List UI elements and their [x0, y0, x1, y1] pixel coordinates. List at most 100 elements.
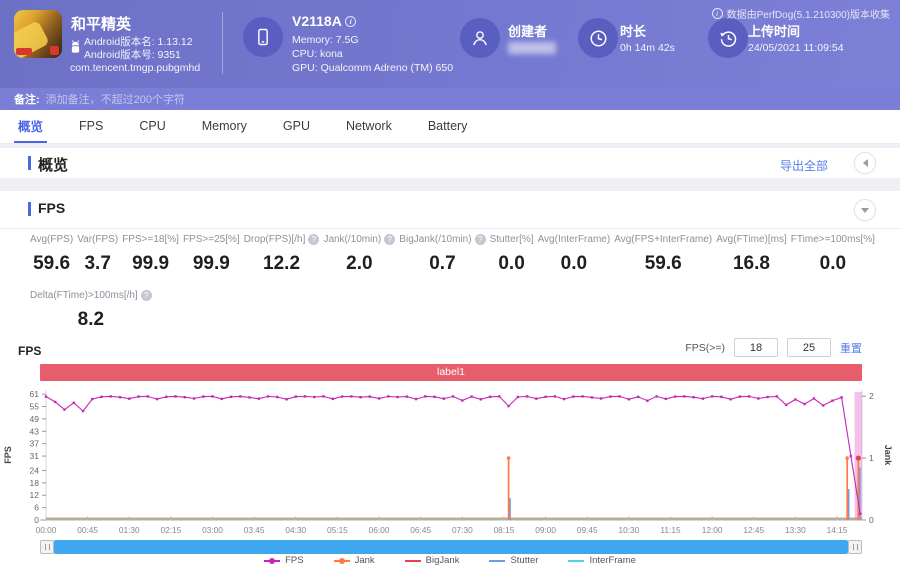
tab-GPU[interactable]: GPU: [279, 110, 314, 143]
legend-swatch: [264, 560, 280, 562]
tab-Network[interactable]: Network: [342, 110, 396, 143]
fps-point: [415, 398, 417, 400]
fps-point: [628, 398, 630, 400]
note-placeholder: 添加备注，不超过200个字符: [46, 91, 185, 107]
legend-swatch: [405, 560, 421, 562]
tab-Battery[interactable]: Battery: [424, 110, 472, 143]
fps-point: [63, 408, 65, 410]
fps-panel-header: FPS: [0, 191, 900, 228]
collect-note: i 数据由PerfDog(5.1.210300)版本收集: [712, 6, 890, 21]
fps-point: [295, 395, 297, 397]
fps-point: [165, 396, 167, 398]
upload-icon-circle: [708, 18, 748, 58]
metric-value: 59.6: [30, 253, 73, 275]
fps-collapse-button[interactable]: [854, 199, 876, 221]
metric-value: 59.6: [614, 253, 712, 275]
legend-item-FPS[interactable]: FPS: [264, 555, 303, 566]
metric-value: 99.9: [122, 253, 179, 275]
y-tick-label: 43: [30, 426, 40, 436]
x-tick-label: 04:30: [285, 525, 306, 535]
device-icon-circle: [243, 17, 283, 57]
legend-label: BigJank: [426, 555, 460, 566]
help-icon[interactable]: ?: [308, 234, 319, 245]
collapse-down-icon: [861, 208, 869, 213]
device-info-icon[interactable]: i: [345, 16, 356, 27]
legend-item-Jank[interactable]: Jank: [334, 555, 375, 566]
metric-FPS>=25[%]: FPS>=25[%]99.9: [183, 234, 240, 275]
legend-item-Stutter[interactable]: Stutter: [489, 555, 538, 566]
tab-CPU[interactable]: CPU: [135, 110, 169, 143]
overview-collapse-button[interactable]: [854, 152, 876, 174]
help-icon[interactable]: ?: [384, 234, 395, 245]
tab-FPS[interactable]: FPS: [75, 110, 107, 143]
fps-line-chart: 6155494337312418126021000:0000:4501:3002…: [0, 384, 900, 536]
fps-point: [674, 395, 676, 397]
fps-point: [211, 395, 213, 397]
fps-point: [572, 395, 574, 397]
overview-accent-bar: [28, 156, 31, 170]
fps-point: [591, 396, 593, 398]
fps-point: [711, 395, 713, 397]
grip-icon: [45, 544, 50, 550]
overview-header-row: 概览 导出全部: [0, 148, 900, 178]
note-bar[interactable]: 备注: 添加备注，不超过200个字符: [0, 88, 900, 110]
help-icon[interactable]: ?: [475, 234, 486, 245]
scrollbar-track[interactable]: [54, 540, 848, 554]
legend-swatch: [334, 560, 350, 562]
x-tick-label: 06:45: [410, 525, 431, 535]
info-icon: i: [712, 8, 723, 19]
game-title: 和平精英: [71, 13, 131, 34]
export-all-link[interactable]: 导出全部: [780, 157, 828, 174]
y-tick-right-label: 1: [869, 453, 874, 463]
fps-point: [498, 395, 500, 397]
tab-bar: 概览 FPS CPU Memory GPU Network Battery: [0, 110, 900, 144]
divider-strip-2: [0, 178, 900, 191]
metric-value: 8.2: [30, 309, 152, 331]
upload-value: 24/05/2021 11:09:54: [748, 42, 844, 54]
legend-swatch: [489, 560, 505, 562]
label-band[interactable]: label1: [40, 364, 862, 381]
metric-Avg(InterFrame): Avg(InterFrame)0.0: [538, 234, 611, 275]
legend-item-BigJank[interactable]: BigJank: [405, 555, 460, 566]
reset-link[interactable]: 重置: [840, 340, 862, 356]
metric-label: Delta(FTime)>100ms[/h]?: [30, 290, 152, 301]
legend-item-InterFrame[interactable]: InterFrame: [568, 555, 635, 566]
fps-point: [128, 397, 130, 399]
fps-point: [794, 398, 796, 400]
grip-icon: [853, 544, 858, 550]
fps-threshold-input-2[interactable]: [787, 338, 831, 357]
fps-threshold-input-1[interactable]: [734, 338, 778, 357]
fps-point: [840, 396, 842, 398]
scrollbar-left-handle[interactable]: [40, 540, 54, 554]
fps-point: [443, 397, 445, 399]
scrollbar-right-handle[interactable]: [848, 540, 862, 554]
help-icon[interactable]: ?: [141, 290, 152, 301]
fps-point: [859, 513, 861, 515]
x-tick-label: 00:00: [36, 525, 57, 535]
android-icon: [70, 40, 81, 58]
fps-point: [73, 402, 75, 404]
x-tick-label: 09:45: [577, 525, 598, 535]
tab-Memory[interactable]: Memory: [198, 110, 251, 143]
x-tick-label: 03:45: [244, 525, 265, 535]
fps-point: [54, 401, 56, 403]
package-name: com.tencent.tmgp.pubgmhd: [70, 62, 200, 74]
x-tick-label: 10:30: [618, 525, 639, 535]
fps-chart-title: FPS: [18, 344, 41, 358]
device-gpu: GPU: Qualcomm Adreno (TM) 650: [292, 62, 453, 74]
metric-value: 16.8: [716, 253, 787, 275]
creator-label: 创建者: [508, 21, 547, 40]
device-memory: Memory: 7.5G: [292, 34, 359, 46]
report-header: 和平精英 Android版本名: 1.13.12 Android版本号: 935…: [0, 0, 900, 88]
fps-point: [239, 395, 241, 397]
tab-概览[interactable]: 概览: [14, 110, 47, 143]
fps-point: [45, 395, 47, 397]
fps-point: [137, 395, 139, 397]
fps-point: [692, 396, 694, 398]
metric-label: FPS>=25[%]: [183, 234, 240, 245]
x-tick-label: 08:15: [494, 525, 515, 535]
x-tick-label: 00:45: [77, 525, 98, 535]
x-tick-label: 02:15: [161, 525, 182, 535]
fps-point: [850, 455, 852, 457]
metric-label: Drop(FPS)[/h]?: [244, 234, 320, 245]
